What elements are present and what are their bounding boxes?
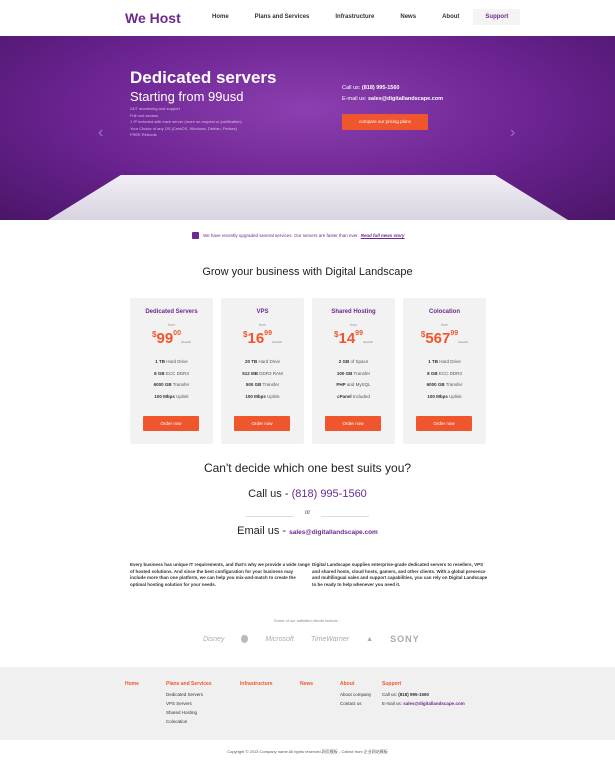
news-notice: We have recently upgraded several servic… — [192, 232, 405, 239]
cta-or: or — [304, 509, 311, 516]
footer-link[interactable]: About company — [340, 690, 371, 699]
notice-text: We have recently upgraded several servic… — [203, 233, 359, 238]
sony-logo: SONY — [390, 634, 420, 644]
hero-feature: FREE Reboots — [130, 132, 157, 137]
slider-prev-icon[interactable]: ‹ — [98, 124, 103, 142]
plan-name: Dedicated Servers — [145, 309, 198, 315]
divider — [246, 516, 294, 517]
paramount-icon: ▲ — [366, 635, 374, 643]
nav-plans[interactable]: Plans and Services — [243, 9, 322, 25]
hero-call-label: Call us: — [342, 85, 361, 91]
footer-link[interactable]: VPS Servers — [166, 699, 212, 708]
section-title: Grow your business with Digital Landscap… — [202, 266, 413, 278]
apple-icon — [241, 635, 249, 643]
nav-infrastructure[interactable]: Infrastructure — [323, 9, 386, 25]
cta-phone[interactable]: (818) 995-1560 — [292, 488, 367, 500]
divider — [321, 516, 369, 517]
footer-support-heading[interactable]: Support — [382, 681, 465, 687]
logo[interactable]: We Host — [125, 10, 181, 26]
cta-email: Email us - sales@digitallandscape.com — [237, 525, 378, 537]
footer-col-news: News — [300, 681, 313, 690]
cta-call: Call us - (818) 995-1560 — [248, 488, 367, 500]
slider-next-icon[interactable]: › — [510, 124, 515, 142]
plan-features: 1 TB Hard Drive 8 GB ECC DDR3 6000 GB Tr… — [153, 359, 190, 399]
hero-feature-list: 24/7 monitoring and support Full root ac… — [130, 106, 242, 139]
hero-contact: Call us: (818) 995-1560 E-mail us: sales… — [342, 83, 443, 105]
about-text-right: Digital Landscape supplies enterprise-gr… — [312, 562, 488, 587]
hero-email[interactable]: sales@digitallandscape.com — [368, 96, 443, 102]
client-logos: Disney Microsoft TimeWarner ▲ SONY — [203, 634, 437, 644]
clients-label: Some of our satisfied clients include... — [273, 618, 342, 623]
compare-plans-button[interactable]: compare our pricing plans — [342, 114, 428, 130]
footer-col-about: About About company Contact us — [340, 681, 371, 708]
about-text-left: Every business has unique IT requirement… — [130, 562, 310, 587]
plan-card-dedicated: Dedicated Servers from $9900/month 1 TB … — [130, 298, 213, 444]
plan-features: 2 GB of Space 100 GB Transfer PHP and My… — [336, 359, 371, 399]
hero-title: Dedicated servers — [130, 68, 277, 87]
footer-col-infrastructure: Infrastructure — [240, 681, 273, 690]
plan-from: from — [168, 323, 175, 327]
cta-title: Can't decide which one best suits you? — [203, 461, 412, 475]
site-footer: Home Plans and Services Dedicated Server… — [0, 667, 615, 740]
main-nav: Home Plans and Services Infrastructure N… — [200, 9, 522, 25]
order-now-button[interactable]: Order now — [325, 416, 381, 431]
hero-email-label: E-mail us: — [342, 96, 367, 102]
order-now-button[interactable]: Order now — [143, 416, 199, 431]
footer-news-link[interactable]: News — [300, 681, 313, 687]
footer-about-heading[interactable]: About — [340, 681, 371, 687]
timewarner-logo: TimeWarner — [310, 635, 350, 643]
order-now-button[interactable]: Order now — [416, 416, 472, 431]
read-news-link[interactable]: Read full news story — [361, 233, 405, 238]
footer-email[interactable]: sales@digitallandscape.com — [403, 701, 464, 706]
disney-logo: Disney — [203, 635, 225, 643]
cta-email-link[interactable]: sales@digitallandscape.com — [289, 529, 378, 536]
plan-card-colocation: Colocation from $56799/month 1 TB Hard D… — [403, 298, 486, 444]
order-now-button[interactable]: Order now — [234, 416, 290, 431]
site-header: We Host Home Plans and Services Infrastr… — [0, 0, 615, 36]
plan-price: $1499/month — [334, 330, 373, 347]
plan-name: Shared Hosting — [331, 309, 376, 315]
plan-from: from — [441, 323, 448, 327]
footer-link[interactable]: Colocation — [166, 717, 212, 726]
footer-col-plans: Plans and Services Dedicated Servers VPS… — [166, 681, 212, 726]
hero-phone: (818) 995-1560 — [361, 85, 400, 91]
plan-price: $9900/month — [152, 330, 191, 347]
plan-price: $1699/month — [243, 330, 282, 347]
nav-home[interactable]: Home — [200, 9, 241, 25]
plan-from: from — [259, 323, 266, 327]
plan-features: 1 TB Hard Drive 8 GB ECC DDR3 6000 GB Tr… — [426, 359, 463, 399]
plan-features: 20 TB Hard Drive 512 MB DDR3 RAM 500 GB … — [242, 359, 283, 399]
footer-col-support: Support Call us: (818) 995-1560 E-mail u… — [382, 681, 465, 706]
plan-card-shared: Shared Hosting from $1499/month 2 GB of … — [312, 298, 395, 444]
microsoft-logo: Microsoft — [265, 635, 294, 643]
plan-price: $56799/month — [420, 330, 469, 347]
nav-about[interactable]: About — [430, 9, 471, 25]
footer-link[interactable]: Dedicated Servers — [166, 690, 212, 699]
hero-banner: Dedicated servers Starting from 99usd 24… — [0, 36, 615, 220]
nav-support[interactable]: Support — [473, 9, 521, 25]
plan-name: VPS — [256, 309, 269, 315]
plan-card-vps: VPS from $1699/month 20 TB Hard Drive 51… — [221, 298, 304, 444]
footer-col-home: Home — [125, 681, 139, 690]
rss-icon — [192, 232, 199, 239]
hero-feature: 1 IP included with each server (more on … — [130, 119, 242, 124]
copyright: Copyright © 2013 Company name All rights… — [227, 749, 388, 754]
nav-news[interactable]: News — [388, 9, 428, 25]
footer-infrastructure-link[interactable]: Infrastructure — [240, 681, 273, 687]
footer-phone: (818) 995-1560 — [398, 692, 430, 697]
footer-link[interactable]: Shared Hosting — [166, 708, 212, 717]
footer-home-link[interactable]: Home — [125, 681, 139, 687]
plan-from: from — [350, 323, 357, 327]
server-image — [48, 175, 568, 220]
footer-plans-heading[interactable]: Plans and Services — [166, 681, 212, 687]
pricing-plans: Dedicated Servers from $9900/month 1 TB … — [130, 298, 494, 444]
footer-link[interactable]: Contact us — [340, 699, 371, 708]
hero-subtitle: Starting from 99usd — [130, 89, 244, 104]
plan-name: Colocation — [429, 309, 460, 315]
